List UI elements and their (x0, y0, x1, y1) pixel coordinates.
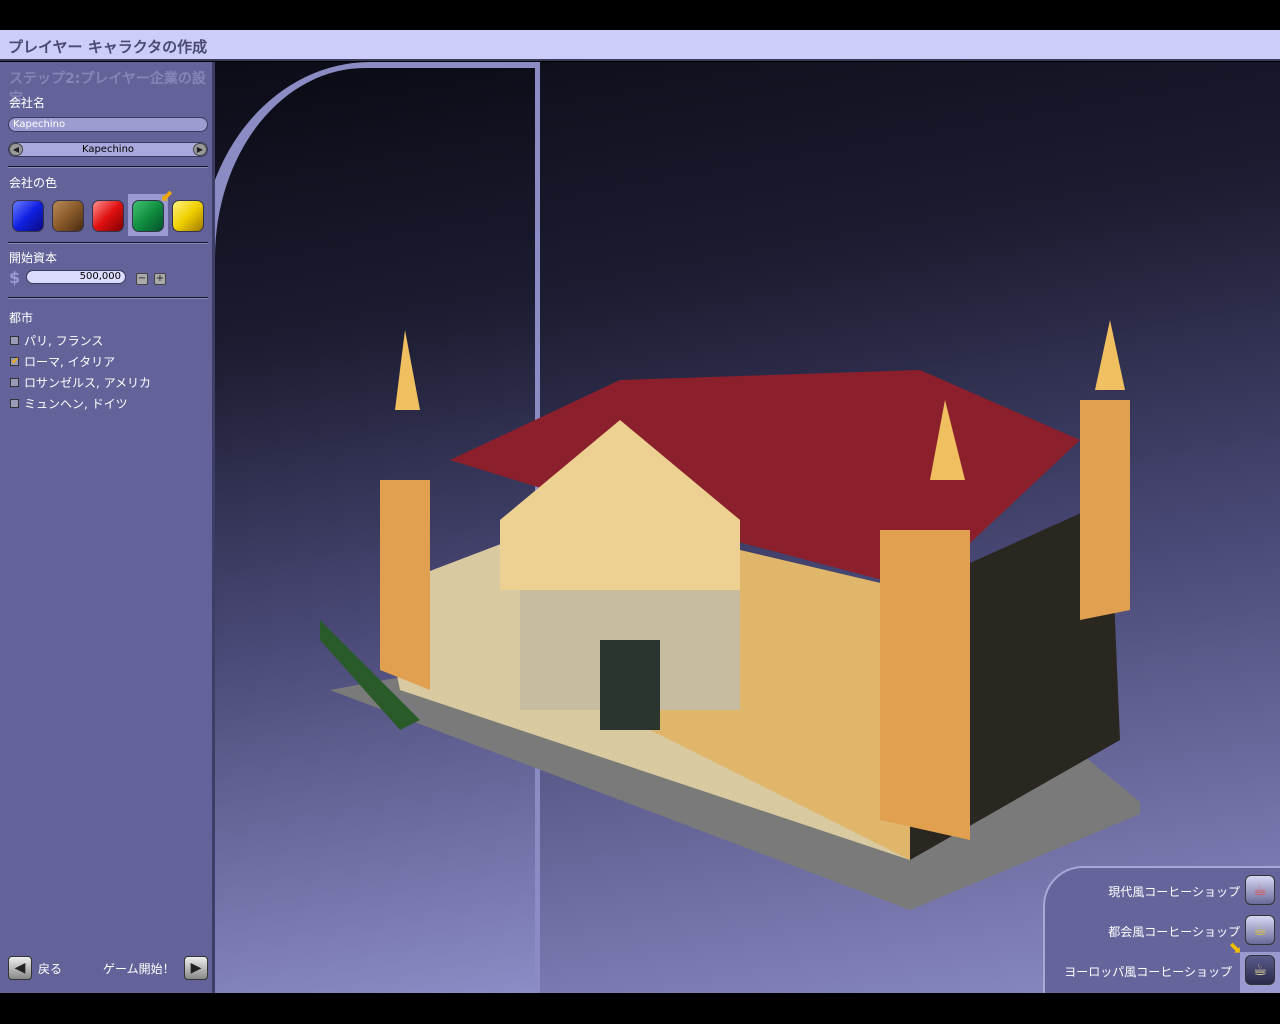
selection-arrow-icon: ⬊ (1228, 938, 1242, 957)
checkbox[interactable] (10, 399, 19, 408)
capital-value: 500,000 (26, 270, 126, 284)
back-button[interactable]: ◀ (8, 956, 32, 980)
divider (8, 166, 208, 168)
increase-capital-button[interactable]: + (154, 273, 166, 285)
start-game-button[interactable]: ▶ (184, 956, 208, 980)
modern-cup-icon[interactable]: ☕ (1245, 875, 1275, 905)
shop-style-urban[interactable]: 都会風コーヒーショップ (1108, 923, 1240, 940)
company-name-input[interactable]: Kapechino (8, 117, 208, 132)
decrease-capital-button[interactable]: − (136, 273, 148, 285)
city-label-text: ミュンヘン, ドイツ (24, 397, 128, 411)
company-name-spinner[interactable]: ◀ Kapechino ▶ (8, 142, 208, 157)
title-bar: プレイヤー キャラクタの作成 (0, 30, 1280, 61)
city-label-text: ロサンゼルス, アメリカ (24, 376, 152, 390)
window-title: プレイヤー キャラクタの作成 (8, 38, 208, 56)
back-label[interactable]: 戻る (38, 960, 62, 977)
city-label: 都市 (9, 311, 34, 325)
urban-cup-icon[interactable]: ☕ (1245, 915, 1275, 945)
capital-label: 開始資本 (9, 251, 58, 265)
divider (8, 297, 208, 299)
arrow-left-icon: ◀ (14, 960, 26, 976)
chevron-right-icon[interactable]: ▶ (193, 143, 207, 156)
color-swatch-blue[interactable] (12, 200, 44, 232)
company-name-label: 会社名 (9, 96, 46, 110)
company-color-label: 会社の色 (9, 176, 58, 190)
checkbox[interactable] (10, 336, 19, 345)
divider (8, 242, 208, 244)
spinner-value: Kapechino (81, 144, 135, 155)
checkbox-checked[interactable]: ✔ (10, 357, 19, 367)
city-option-los-angeles[interactable]: ロサンゼルス, アメリカ (10, 374, 151, 391)
color-swatch-red[interactable] (92, 200, 124, 232)
selection-arrow-icon: ⬋ (160, 186, 174, 205)
city-label-text: ローマ, イタリア (24, 355, 116, 369)
city-option-paris[interactable]: パリ, フランス (10, 332, 103, 349)
chevron-left-icon[interactable]: ◀ (9, 143, 23, 156)
color-swatch-brown[interactable] (52, 200, 84, 232)
checkbox[interactable] (10, 378, 19, 387)
color-swatch-yellow[interactable] (172, 200, 204, 232)
arrow-right-icon: ▶ (190, 960, 202, 976)
dollar-icon: $ (9, 268, 21, 287)
european-cup-icon[interactable]: ☕ (1245, 955, 1275, 985)
city-option-rome[interactable]: ✔ ローマ, イタリア (10, 353, 115, 370)
settings-panel: ステップ2:プレイヤー企業の設定 会社名 Kapechino ◀ Kapechi… (0, 62, 215, 993)
city-option-munich[interactable]: ミュンヘン, ドイツ (10, 395, 128, 412)
start-game-label[interactable]: ゲーム開始！ (103, 960, 175, 977)
shop-style-european[interactable]: ヨーロッパ風コーヒーショップ (1064, 963, 1232, 980)
shop-style-modern[interactable]: 現代風コーヒーショップ (1108, 883, 1240, 900)
coffee-shop-building-model (320, 320, 1140, 910)
city-label-text: パリ, フランス (24, 334, 104, 348)
shop-style-panel: 現代風コーヒーショップ ☕ 都会風コーヒーショップ ☕ ⬊ ヨーロッパ風コーヒー… (1043, 866, 1280, 993)
